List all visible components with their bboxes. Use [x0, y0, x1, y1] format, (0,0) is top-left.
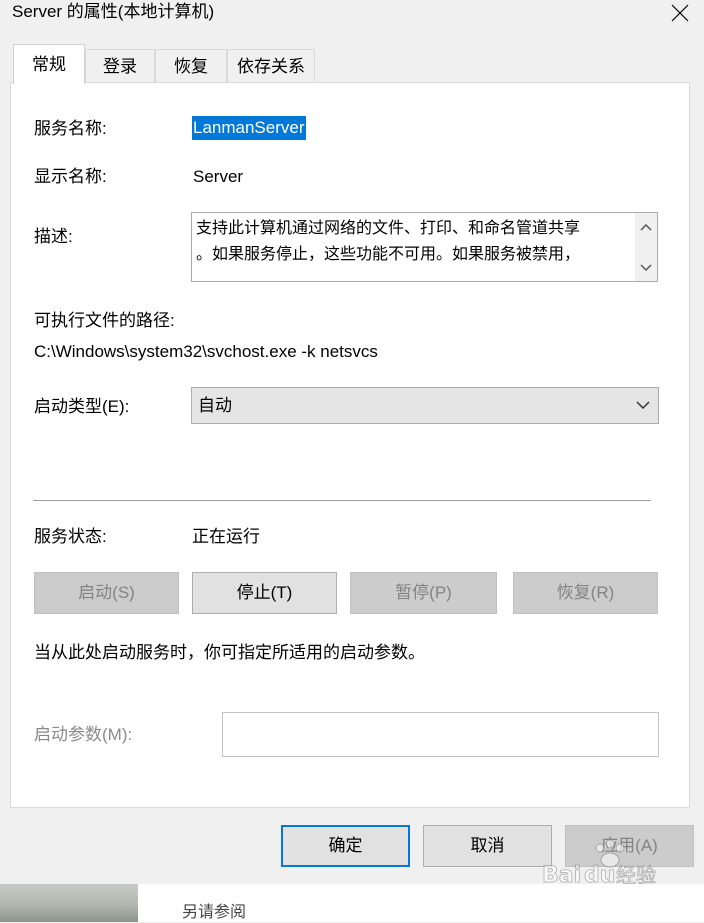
start-params-input[interactable]: [222, 712, 659, 757]
cancel-button[interactable]: 取消: [423, 825, 552, 867]
svg-text:Bai: Bai: [542, 863, 581, 888]
startup-type-label: 启动类型(E):: [34, 397, 130, 416]
path-value: C:\Windows\system32\svchost.exe -k netsv…: [34, 342, 378, 361]
service-status-value: 正在运行: [192, 527, 260, 546]
tab-recovery[interactable]: 恢复: [155, 49, 227, 83]
description-line-2: 。如果服务停止，这些功能不可用。如果服务被禁用，: [196, 246, 581, 263]
service-name-value[interactable]: LanmanServer: [192, 116, 306, 140]
baidu-watermark: Bai du 经验: [540, 838, 680, 888]
start-button[interactable]: 启动(S): [34, 572, 179, 614]
close-icon: [671, 4, 689, 22]
scroll-down-icon[interactable]: [639, 263, 653, 273]
startup-type-select[interactable]: 自动: [191, 387, 659, 424]
start-params-hint: 当从此处启动服务时，你可指定所适用的启动参数。: [34, 643, 425, 662]
thumbnail-image: [0, 884, 138, 922]
stop-button[interactable]: 停止(T): [192, 572, 337, 614]
service-status-label: 服务状态:: [34, 527, 107, 546]
pause-button[interactable]: 暂停(P): [350, 572, 497, 614]
description-textbox[interactable]: 支持此计算机通过网络的文件、打印、和命名管道共享 。如果服务停止，这些功能不可用…: [191, 212, 658, 282]
ok-button[interactable]: 确定: [281, 825, 410, 867]
start-params-label: 启动参数(M):: [34, 725, 133, 744]
startup-type-value: 自动: [198, 396, 232, 415]
description-label: 描述:: [34, 227, 73, 246]
scroll-up-icon[interactable]: [639, 222, 653, 232]
general-panel: [10, 82, 690, 808]
svg-text:经验: 经验: [616, 863, 656, 887]
display-name-label: 显示名称:: [34, 167, 107, 186]
resume-button[interactable]: 恢复(R): [513, 572, 658, 614]
divider: [33, 500, 651, 501]
tab-general[interactable]: 常规: [13, 44, 85, 84]
service-name-label: 服务名称:: [34, 119, 107, 138]
chevron-down-icon: [636, 401, 650, 410]
tab-logon[interactable]: 登录: [85, 49, 155, 83]
svg-text:du: du: [584, 863, 615, 888]
path-label: 可执行文件的路径:: [34, 311, 175, 330]
window-title: Server 的属性(本地计算机): [12, 2, 215, 21]
close-button[interactable]: [660, 0, 700, 26]
baidu-logo-icon: Bai du 经验: [542, 839, 656, 888]
description-text: 支持此计算机通过网络的文件、打印、和命名管道共享 。如果服务停止，这些功能不可用…: [196, 216, 626, 268]
description-line-1: 支持此计算机通过网络的文件、打印、和命名管道共享: [196, 220, 581, 237]
display-name-value[interactable]: Server: [193, 166, 243, 188]
tab-dependencies[interactable]: 依存关系: [227, 49, 315, 83]
description-scrollbar[interactable]: [635, 213, 657, 281]
see-also-text: 另请参阅: [182, 904, 247, 921]
